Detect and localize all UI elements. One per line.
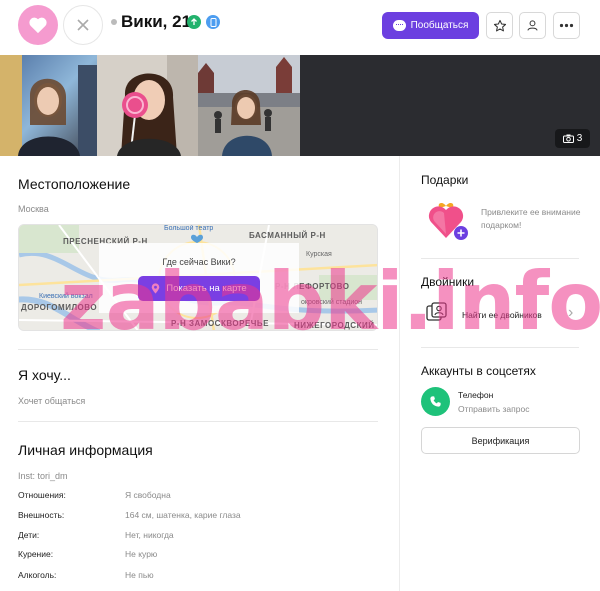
dislike-button[interactable]: [63, 5, 103, 45]
close-icon: [77, 19, 89, 31]
profile-header: Вики, 21 Пообщаться: [0, 0, 600, 55]
chat-button-label: Пообщаться: [410, 20, 469, 31]
instagram-handle: Inst: tori_dm: [18, 471, 68, 481]
info-key: Курение:: [18, 549, 54, 559]
map-question: Где сейчас Вики?: [162, 257, 236, 267]
location-title: Местоположение: [18, 176, 131, 192]
info-key: Дети:: [18, 530, 40, 540]
info-row-smoking: Курение: Не курю: [18, 549, 378, 563]
chevron-right-icon[interactable]: ›: [568, 304, 573, 322]
profile-main-column: Местоположение Москва ПРЕСНЕНСКИЙ Р-Н БА…: [0, 156, 400, 591]
gift-button[interactable]: [426, 198, 470, 242]
wants-value: Хочет общаться: [18, 396, 86, 406]
map-label-dorogomilovo: ДОРОГОМИЛОВО: [21, 303, 98, 312]
star-icon: [493, 19, 506, 31]
phone-icon: [210, 17, 216, 27]
chat-button[interactable]: Пообщаться: [382, 12, 479, 39]
phone-request-button[interactable]: [421, 387, 450, 416]
chat-icon: [392, 20, 406, 31]
online-status-dot: [111, 19, 117, 25]
map-label-kievsky: Киевский вокзал: [39, 293, 93, 300]
location-city: Москва: [18, 204, 49, 214]
info-value: Не пью: [125, 570, 154, 580]
section-divider: [421, 258, 579, 259]
gift-prompt: Привлеките ее внимание подарком!: [481, 207, 581, 230]
like-button[interactable]: [18, 5, 58, 45]
phone-title: Телефон: [458, 390, 494, 400]
twins-icon: [426, 302, 448, 322]
profile-side-column: Подарки Привлеките ее внимание подарком!…: [400, 156, 600, 591]
map-label-bolshoi: Большой театр: [164, 225, 214, 232]
info-row-appearance: Внешность: 164 см, шатенка, карие глаза: [18, 510, 378, 524]
personal-info-title: Личная информация: [18, 442, 153, 458]
info-row-relationship: Отношения: Я свободна: [18, 490, 378, 504]
profile-photo-3[interactable]: [198, 55, 300, 156]
map-label-okruzhnoy: окровский стадион: [301, 299, 362, 306]
verification-button[interactable]: Верификация: [421, 427, 580, 454]
find-twins-link[interactable]: Найти ее двойников: [462, 310, 542, 320]
gift-heart-icon: [428, 202, 468, 240]
photo-strip: 3: [0, 55, 600, 156]
map-label-basmanny: БАСМАННЫЙ Р-Н: [249, 231, 326, 240]
profile-actions-button[interactable]: [519, 12, 546, 39]
more-button[interactable]: [553, 12, 580, 39]
section-divider: [18, 349, 378, 350]
up-arrow-icon: [191, 18, 197, 25]
section-divider: [421, 347, 579, 348]
map-label-zamoskvorechye: Р-Н ЗАМОСКВОРЕЧЬЕ: [171, 319, 270, 328]
info-value: Не курю: [125, 549, 158, 559]
info-key: Внешность:: [18, 510, 65, 520]
user-name: Вики, 21: [121, 12, 192, 31]
map-label-kurskaya: Курская: [306, 251, 332, 258]
heart-icon: [29, 17, 47, 34]
info-value: Я свободна: [125, 490, 171, 500]
show-on-map-label: Показать на карте: [166, 283, 247, 294]
profile-photo-1[interactable]: [0, 55, 97, 156]
info-value: Нет, никогда: [125, 530, 174, 540]
social-accounts-title: Аккаунты в соцсетях: [421, 364, 536, 378]
section-divider: [18, 421, 378, 422]
phone-request-link[interactable]: Отправить запрос: [458, 404, 529, 414]
photo-count: 3: [576, 133, 583, 144]
map-label-nizhegorodsky: НИЖЕГОРОДСКИЙ: [294, 321, 375, 330]
info-key: Алкоголь:: [18, 570, 57, 580]
location-map[interactable]: ПРЕСНЕНСКИЙ Р-Н БАСМАННЫЙ Р-Н Р-Н ЛЕФОРТ…: [18, 224, 378, 331]
location-pin-icon: [151, 283, 160, 294]
info-row-children: Дети: Нет, никогда: [18, 530, 378, 544]
gifts-title: Подарки: [421, 173, 469, 187]
info-value: 164 см, шатенка, карие глаза: [125, 510, 241, 520]
show-on-map-button[interactable]: Показать на карте: [138, 276, 260, 301]
more-icon: [559, 23, 574, 28]
twins-title: Двойники: [421, 275, 475, 289]
info-row-alcohol: Алкоголь: Не пью: [18, 570, 378, 584]
popularity-badge: [187, 15, 201, 29]
wants-title: Я хочу...: [18, 367, 71, 383]
profile-photo-2[interactable]: [97, 55, 198, 156]
info-key: Отношения:: [18, 490, 66, 500]
user-icon: [527, 20, 538, 31]
photo-counter[interactable]: 3: [555, 129, 590, 148]
phone-icon: [430, 396, 441, 407]
phone-verified-badge: [206, 15, 220, 29]
camera-icon: [562, 134, 574, 143]
favorite-button[interactable]: [486, 12, 513, 39]
